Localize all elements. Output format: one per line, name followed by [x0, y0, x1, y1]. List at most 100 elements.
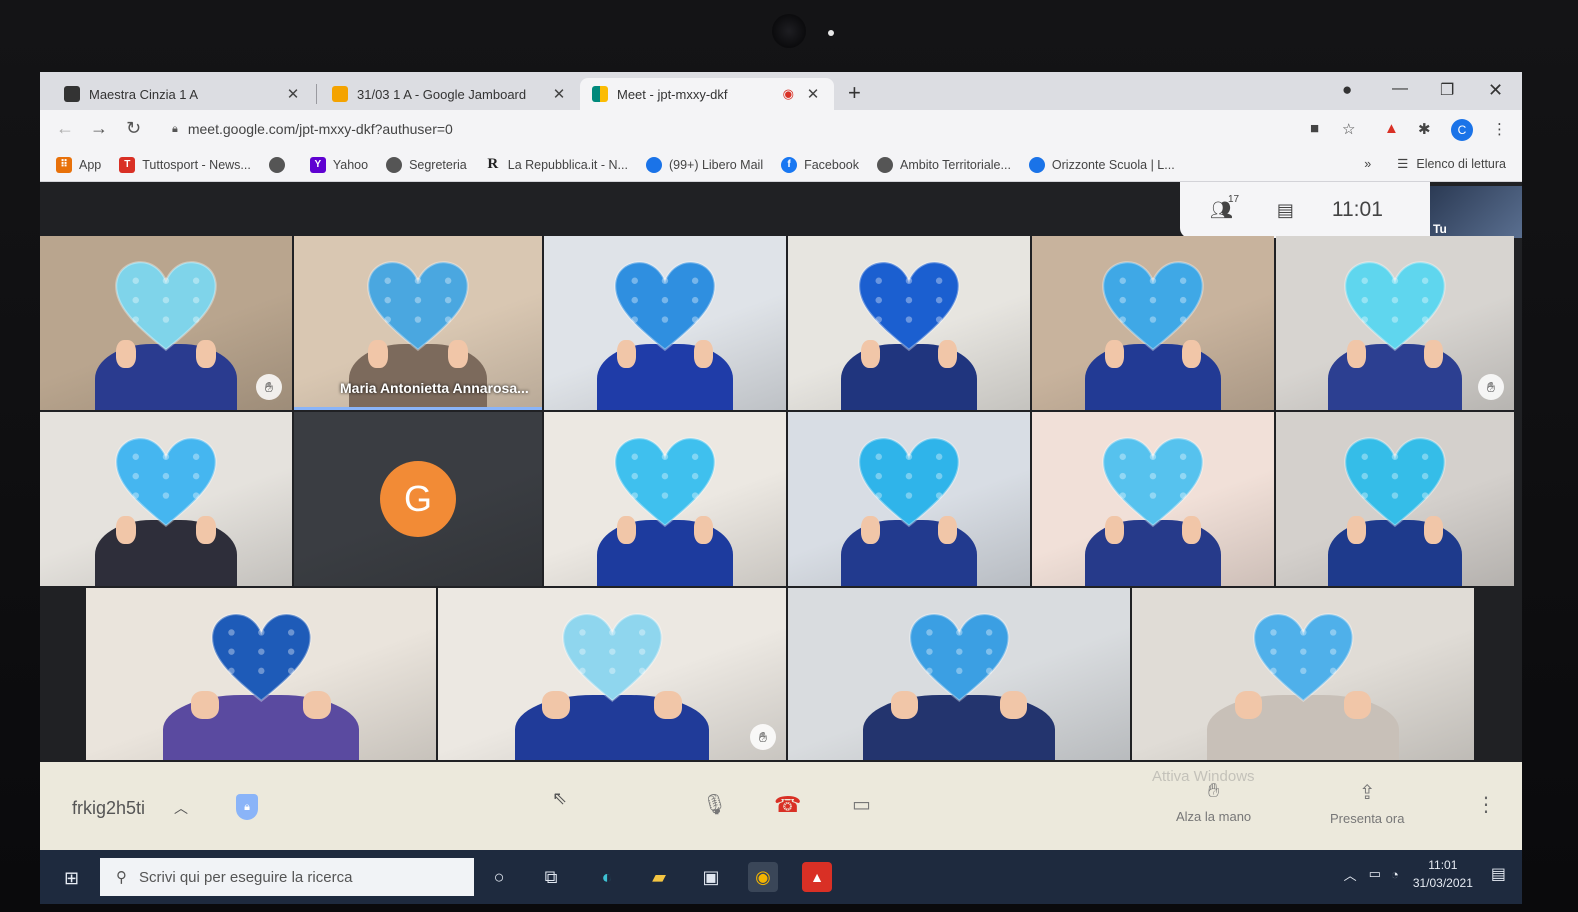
close-tab-icon[interactable]: ✕ — [804, 85, 822, 103]
paper-heart — [908, 612, 1010, 702]
bookmark-ambito[interactable]: Ambito Territoriale... — [877, 156, 1011, 173]
participant-tile[interactable] — [544, 236, 786, 410]
tab-title: 31/03 1 A - Google Jamboard — [357, 86, 527, 102]
forward-icon[interactable]: → — [90, 118, 108, 139]
address-bar[interactable]: 🔒︎ meet.google.com/jpt-mxxy-dkf?authuser… — [172, 117, 1292, 141]
chrome-menu-icon[interactable]: ⋮ — [1492, 120, 1507, 138]
participant-tile[interactable]: ✋︎ — [438, 588, 786, 760]
bookmark-label: Segreteria — [409, 157, 467, 172]
camera-toggle-icon[interactable]: ▭ — [852, 792, 871, 817]
globe-icon — [386, 156, 403, 173]
profile-menu-icon[interactable]: ● — [1342, 80, 1352, 100]
reading-list-button[interactable]: Elenco di lettura — [1416, 157, 1506, 171]
back-icon[interactable]: ← — [56, 118, 74, 139]
close-window-icon[interactable]: ✕ — [1488, 80, 1503, 101]
minimize-icon[interactable]: — — [1392, 80, 1408, 98]
edge-icon[interactable]: ◐ — [592, 862, 622, 892]
bookmark-star-icon[interactable]: ☆ — [1342, 120, 1355, 138]
acrobat-extension-icon[interactable]: ▲ — [1384, 120, 1399, 137]
bookmark-apps[interactable]: ⠿ App — [56, 156, 101, 173]
tab-jamboard[interactable]: 31/03 1 A - Google Jamboard ✕ — [320, 78, 580, 110]
hand — [1104, 340, 1124, 369]
hand — [196, 516, 217, 545]
hand — [938, 516, 958, 545]
cortana-icon[interactable]: ○ — [484, 862, 514, 892]
present-now-button[interactable]: ⇪ Presenta ora — [1330, 780, 1404, 826]
participant-tile[interactable] — [1032, 412, 1274, 586]
close-tab-icon[interactable]: ✕ — [284, 85, 302, 103]
hand — [542, 691, 571, 719]
extensions-icon[interactable]: ✱ — [1418, 120, 1431, 138]
participant-tile[interactable] — [1132, 588, 1474, 760]
new-tab-button[interactable]: + — [848, 80, 861, 106]
host-controls-shield-icon[interactable]: 🔒︎ — [236, 794, 258, 820]
bookmarks-overflow-button[interactable]: » — [1364, 157, 1371, 171]
bookmark-facebook[interactable]: f Facebook — [781, 156, 859, 173]
more-options-icon[interactable]: ⋮ — [1476, 792, 1496, 817]
tab-meet[interactable]: Meet - jpt-mxxy-dkf ◉ ✕ — [580, 78, 834, 110]
participant-tile[interactable] — [40, 412, 292, 586]
chevron-up-icon[interactable]: ︿ — [174, 798, 188, 818]
participant-tile[interactable] — [788, 236, 1030, 410]
close-tab-icon[interactable]: ✕ — [550, 85, 568, 103]
participant-tile[interactable] — [1032, 236, 1274, 410]
tab-divider — [316, 84, 317, 104]
file-explorer-icon[interactable]: ▰ — [644, 862, 674, 892]
participant-tile[interactable] — [788, 588, 1130, 760]
meet-top-bar: 👥︎ 17 ▤ 11:01 — [1180, 182, 1430, 238]
notifications-icon[interactable]: ▤ — [1491, 864, 1506, 884]
microphone-icon[interactable]: 🎙︎ — [702, 792, 727, 817]
bookmark-tuttosport[interactable]: T Tuttosport - News... — [119, 156, 251, 173]
hand — [860, 340, 880, 369]
meeting-code[interactable]: frkig2h5ti — [72, 798, 145, 819]
participant-tile[interactable] — [788, 412, 1030, 586]
profile-avatar[interactable]: C — [1451, 119, 1473, 141]
tab-classroom[interactable]: Maestra Cinzia 1 A ✕ — [52, 78, 314, 110]
participant-tile[interactable]: ✋︎ — [40, 236, 292, 410]
bookmark-yahoo[interactable]: Y Yahoo — [309, 156, 368, 173]
chrome-icon[interactable]: ◉ — [748, 862, 778, 892]
restore-icon[interactable]: ❐ — [1440, 80, 1454, 100]
self-label: Tu — [1433, 222, 1447, 236]
chat-icon[interactable]: ▤ — [1277, 200, 1294, 221]
paper-heart — [858, 261, 960, 352]
bookmark-segreteria[interactable]: Segreteria — [386, 156, 467, 173]
hang-up-icon[interactable]: ☎ — [774, 792, 801, 818]
bookmark-globe[interactable] — [268, 156, 292, 173]
people-button[interactable]: 👥︎ 17 — [1210, 194, 1239, 221]
paper-heart — [115, 261, 217, 352]
participant-tile[interactable] — [86, 588, 436, 760]
hand — [1423, 340, 1443, 369]
raise-hand-label: Alza la mano — [1176, 809, 1252, 824]
participant-tile[interactable]: ✋︎ — [1276, 236, 1514, 410]
bookmark-libero[interactable]: (99+) Libero Mail — [645, 156, 763, 173]
taskbar-clock[interactable]: 11:01 31/03/2021 — [1413, 856, 1473, 892]
bookmark-orizzonte[interactable]: Orizzonte Scuola | L... — [1028, 156, 1175, 173]
participant-tile[interactable] — [1276, 412, 1514, 586]
task-view-icon[interactable]: ⧉ — [536, 862, 566, 892]
bookmark-repubblica[interactable]: R La Repubblica.it - N... — [485, 156, 628, 173]
raise-hand-button[interactable]: ✋︎ Alza la mano — [1176, 780, 1251, 824]
windows-start-icon[interactable]: ⊞ — [64, 868, 79, 889]
paper-heart — [210, 612, 312, 702]
address-toolbar: ← → ↻ 🔒︎ meet.google.com/jpt-mxxy-dkf?au… — [40, 110, 1522, 148]
bookmarks-bar: ⠿ App T Tuttosport - News... Y Yahoo Seg… — [40, 148, 1522, 182]
hand — [447, 340, 468, 369]
self-view-tile[interactable]: Tu — [1430, 186, 1522, 238]
participant-tile[interactable]: Maria Antonietta Annarosa... — [294, 236, 542, 410]
acrobat-icon[interactable]: ▲ — [802, 862, 832, 892]
wifi-icon[interactable]: ◔ — [1391, 867, 1399, 882]
camera-indicator-icon[interactable]: ■ — [1310, 120, 1319, 137]
participant-tile[interactable]: G — [294, 412, 542, 586]
paper-heart — [858, 437, 960, 528]
repubblica-icon: R — [487, 156, 499, 172]
taskbar-time: 11:01 — [1428, 858, 1458, 872]
classroom-favicon-icon — [64, 86, 80, 102]
store-icon[interactable]: ▣ — [696, 862, 726, 892]
battery-icon[interactable]: ▭ — [1369, 866, 1381, 882]
hand — [653, 691, 682, 719]
reload-icon[interactable]: ↻ — [126, 118, 141, 139]
taskbar-search[interactable]: ⚲ Scrivi qui per eseguire la ricerca — [100, 858, 474, 896]
participant-tile[interactable] — [544, 412, 786, 586]
chevron-up-icon[interactable]: ︿ — [1344, 865, 1357, 884]
